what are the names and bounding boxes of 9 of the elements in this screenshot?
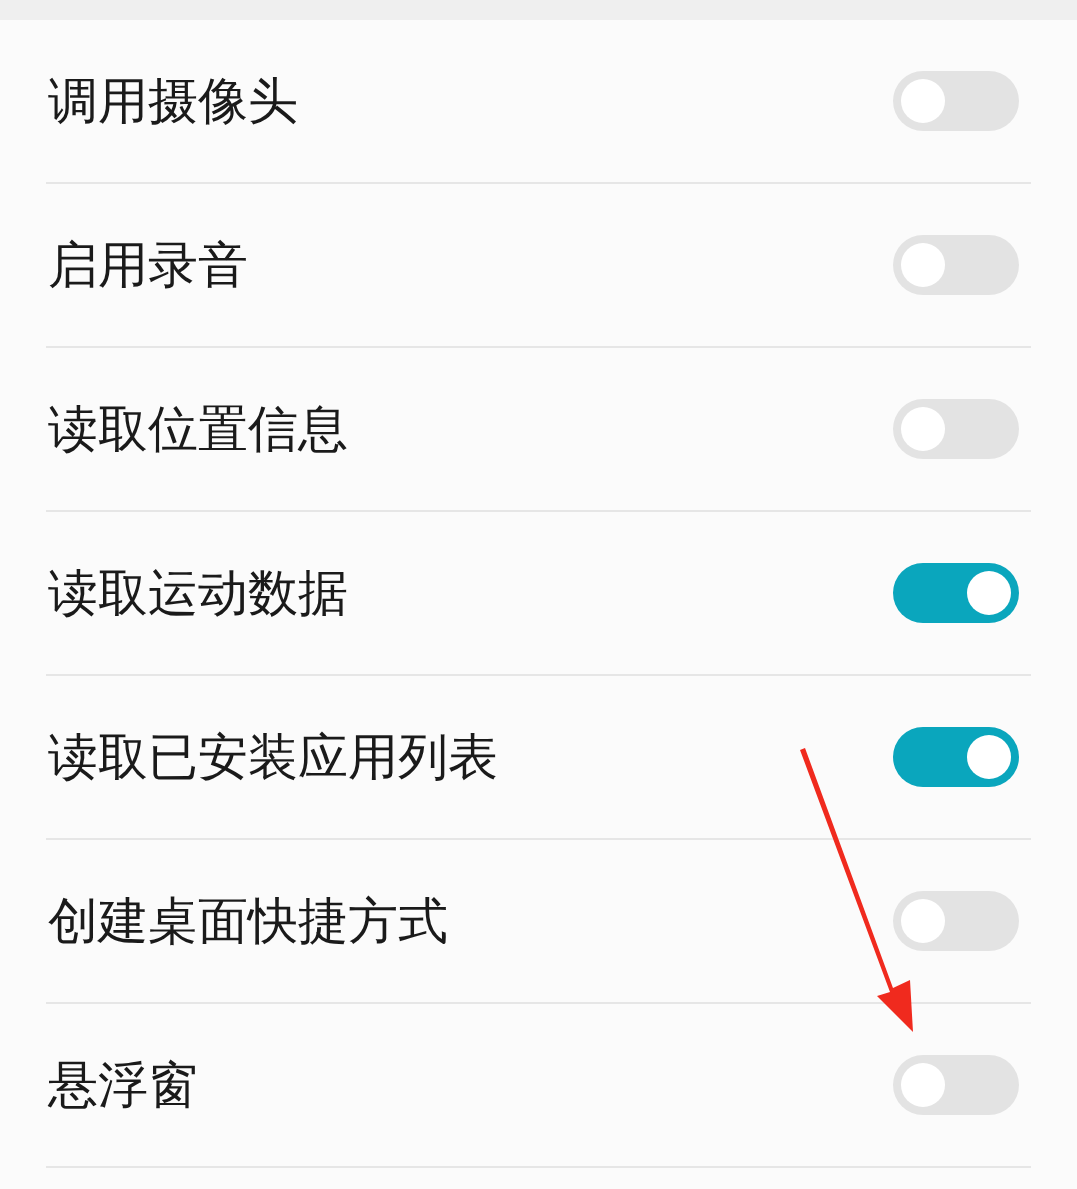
permission-label: 读取已安装应用列表 bbox=[47, 726, 498, 788]
permission-label: 读取位置信息 bbox=[47, 398, 348, 460]
permission-label: 调用摄像头 bbox=[47, 70, 298, 132]
permission-label: 启用录音 bbox=[47, 234, 248, 296]
toggle-switch[interactable] bbox=[893, 563, 1019, 623]
permission-label: 悬浮窗 bbox=[47, 1054, 198, 1116]
permission-label: 创建桌面快捷方式 bbox=[47, 890, 448, 952]
permission-label: 读取运动数据 bbox=[47, 562, 348, 624]
toggle-switch[interactable] bbox=[893, 727, 1019, 787]
